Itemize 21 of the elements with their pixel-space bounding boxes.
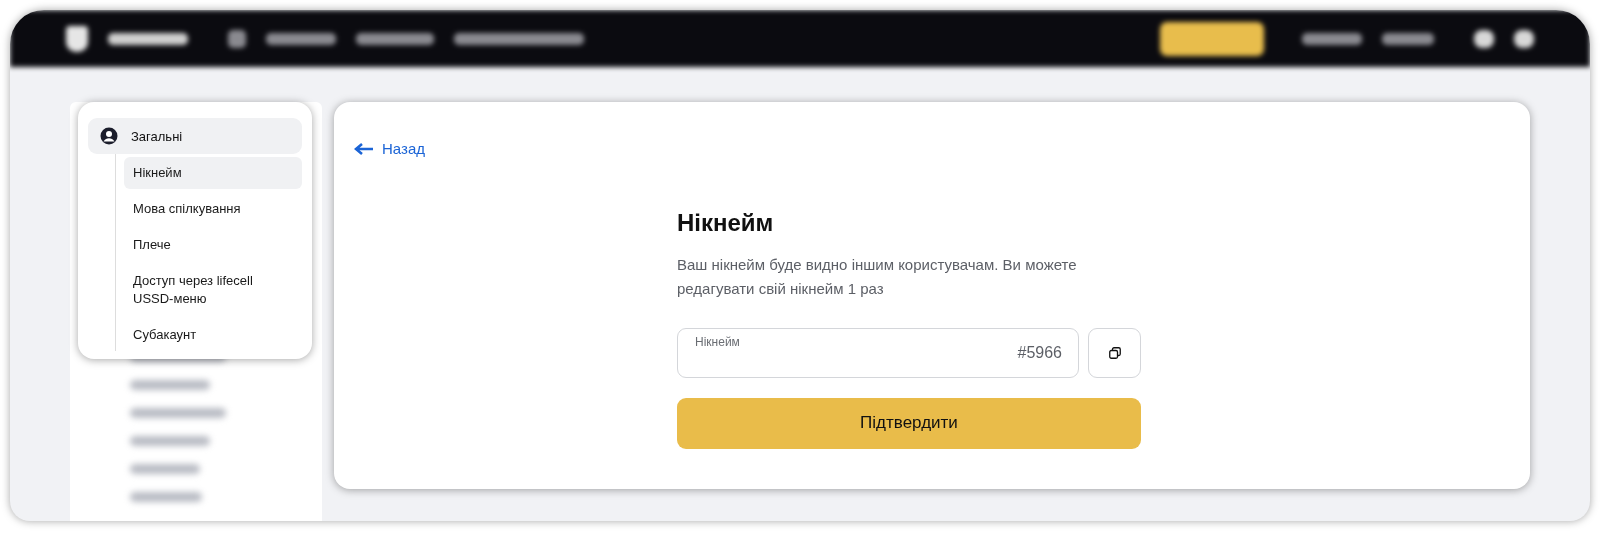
copy-button[interactable] <box>1088 327 1141 378</box>
blurred-logo <box>66 25 88 52</box>
menu-item[interactable]: Нікнейм <box>124 157 302 189</box>
copy-icon <box>1108 346 1121 359</box>
description-text: Ваш нікнейм буде видно іншим користувачам. Ви можете редагувати свій нікнейм 1 раз <box>677 254 1078 299</box>
field-label: Нікнейм <box>695 334 740 349</box>
section-label: Загальні <box>131 128 183 144</box>
blurred-icon <box>1514 29 1534 48</box>
menu-section[interactable]: Загальні <box>88 118 302 154</box>
menu-item[interactable]: Мова спілкування <box>124 193 302 225</box>
menu-item[interactable]: Плече <box>124 229 302 261</box>
confirm-button[interactable]: Підтвердити <box>677 397 1141 449</box>
user-icon <box>100 127 118 145</box>
arrow-left-icon <box>354 142 374 155</box>
back-link[interactable]: Назад <box>354 140 425 157</box>
page-title: Нікнейм <box>677 208 775 237</box>
blurred-icon <box>1474 29 1494 48</box>
menu-item[interactable]: Субакаунт <box>124 319 302 351</box>
field-value: #5966 <box>1017 343 1062 362</box>
nickname-field[interactable]: Нікнейм #5966 <box>677 327 1079 378</box>
menu-item[interactable]: Доступ через lifecell USSD-меню <box>124 265 292 315</box>
